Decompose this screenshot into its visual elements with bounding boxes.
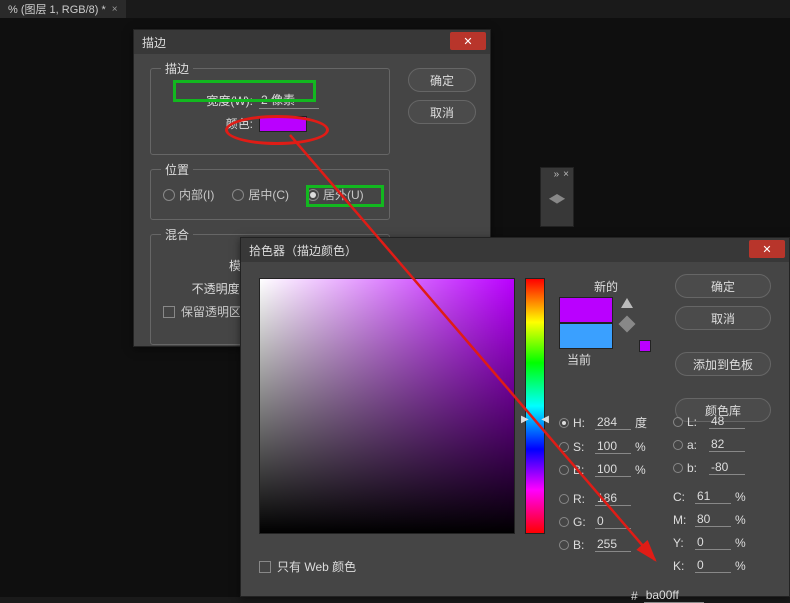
saturation-value-field[interactable] [259,278,515,534]
radio-center[interactable]: 居中(C) [232,186,289,203]
radio-b[interactable] [559,465,569,475]
radio-g[interactable] [559,517,569,527]
layers-collapsed-panel[interactable]: » × [540,167,574,227]
m-input[interactable]: 80 [695,512,731,527]
radio-lab-b[interactable] [673,463,683,473]
width-label: 宽度(W): [163,92,259,109]
radio-s[interactable] [559,442,569,452]
dialog-title: 拾色器（描边颜色） [249,242,357,259]
cancel-button[interactable]: 取消 [408,100,476,124]
hex-label: # [631,589,638,603]
position-group-label: 位置 [161,161,193,178]
h-input[interactable]: 284 [595,415,631,430]
stroke-color-swatch[interactable] [259,116,307,132]
b-hsb-input[interactable]: 100 [595,462,631,477]
ok-button[interactable]: 确定 [408,68,476,92]
current-color-swatch[interactable] [559,323,613,349]
chevron-right-icon[interactable]: » [554,170,560,180]
new-color-swatch [559,297,613,323]
cancel-button[interactable]: 取消 [675,306,771,330]
color-label: 颜色: [163,115,259,132]
dialog-titlebar[interactable]: 描边 ✕ [134,30,490,54]
r-input[interactable]: 186 [595,491,631,506]
current-color-label: 当前 [567,351,653,368]
b-rgb-input[interactable]: 255 [595,537,631,552]
hue-slider[interactable] [525,278,545,534]
close-button[interactable]: ✕ [749,240,785,258]
close-icon[interactable]: × [112,4,118,15]
add-swatch-button[interactable]: 添加到色板 [675,352,771,376]
layers-icon[interactable] [549,194,565,210]
width-input[interactable]: 2 像素 [259,91,319,109]
dialog-title: 描边 [142,34,166,51]
warning-icon[interactable] [621,298,633,308]
blend-group-label: 混合 [161,226,193,243]
s-input[interactable]: 100 [595,439,631,454]
lab-b-input[interactable]: -80 [709,460,745,475]
l-input[interactable]: 48 [709,414,745,429]
radio-h[interactable] [559,418,569,428]
document-tab-title: % (图层 1, RGB/8) * [8,1,106,17]
radio-r[interactable] [559,494,569,504]
hex-input[interactable]: ba00ff [644,588,704,603]
dialog-titlebar[interactable]: 拾色器（描边颜色） ✕ [241,238,789,262]
web-only-checkbox[interactable]: 只有 Web 颜色 [259,558,356,575]
color-picker-dialog: 拾色器（描边颜色） ✕ ▶◀ 新的 当前 确定 取消 添加到色板 颜色库 [240,237,790,597]
y-input[interactable]: 0 [695,535,731,550]
new-color-label: 新的 [559,278,653,295]
radio-brgb[interactable] [559,540,569,550]
k-input[interactable]: 0 [695,558,731,573]
g-input[interactable]: 0 [595,514,631,529]
a-input[interactable]: 82 [709,437,745,452]
cube-icon[interactable] [619,316,636,333]
close-icon[interactable]: × [563,170,569,180]
c-input[interactable]: 61 [695,489,731,504]
stroke-group-label: 描边 [161,60,193,77]
mini-swatch[interactable] [639,340,651,352]
radio-l[interactable] [673,417,683,427]
document-tab[interactable]: % (图层 1, RGB/8) * × [0,0,126,18]
hue-pointer-icon: ▶◀ [521,414,549,422]
radio-a[interactable] [673,440,683,450]
radio-outside[interactable]: 居外(U) [307,186,364,203]
ok-button[interactable]: 确定 [675,274,771,298]
close-button[interactable]: ✕ [450,32,486,50]
radio-inside[interactable]: 内部(I) [163,186,214,203]
